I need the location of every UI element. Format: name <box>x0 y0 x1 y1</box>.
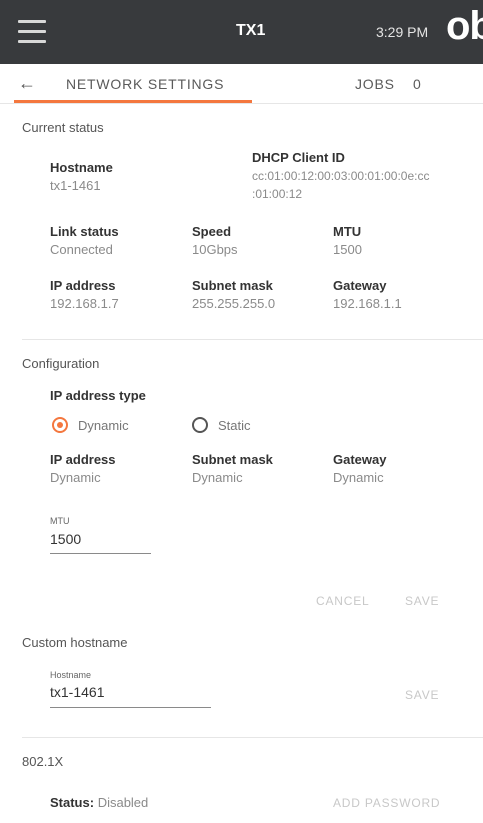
gateway-label: Gateway <box>333 278 387 293</box>
clock: 3:29 PM <box>376 24 429 40</box>
mtu-label: MTU <box>333 224 362 239</box>
hostname-field-label: Hostname <box>50 670 92 680</box>
config-ip-address-label: IP address <box>50 452 116 467</box>
radio-dynamic[interactable] <box>52 417 68 433</box>
mtu-value: 1500 <box>333 242 362 257</box>
radio-dynamic-label[interactable]: Dynamic <box>78 418 129 433</box>
ip-address-type-label: IP address type <box>50 388 146 403</box>
dot1x-status-value: Disabled <box>97 795 149 810</box>
config-ip-address-value: Dynamic <box>50 470 101 485</box>
dhcp-client-id-value-line1: cc:01:00:12:00:03:00:01:00:0e:cc <box>252 169 430 183</box>
ip-address-label: IP address <box>50 278 116 293</box>
hostname-input-underline <box>50 707 211 708</box>
mtu-input-underline <box>50 553 151 554</box>
mtu-field-label: MTU <box>50 516 70 526</box>
dot1x-status: Status: Disabled <box>50 795 148 810</box>
back-arrow-icon[interactable]: ← <box>18 73 36 94</box>
hostname-save-button[interactable]: SAVE <box>405 688 439 702</box>
tab-network-settings[interactable]: NETWORK SETTINGS <box>66 76 224 92</box>
config-subnet-mask-value: Dynamic <box>192 470 243 485</box>
speed-label: Speed <box>192 224 232 239</box>
current-status-heading: Current status <box>22 120 104 135</box>
config-subnet-mask-label: Subnet mask <box>192 452 273 467</box>
subnet-mask-value: 255.255.255.0 <box>192 296 276 311</box>
subnet-mask-label: Subnet mask <box>192 278 273 293</box>
config-cancel-button[interactable]: CANCEL <box>316 594 369 608</box>
brand-logo: ob <box>446 4 483 48</box>
ip-address-value: 192.168.1.7 <box>50 296 119 311</box>
section-divider <box>22 339 483 340</box>
config-gateway-label: Gateway <box>333 452 387 467</box>
dot1x-status-label: Status: <box>50 795 95 810</box>
hostname-value: tx1-1461 <box>50 178 101 193</box>
section-divider <box>22 737 483 738</box>
config-gateway-value: Dynamic <box>333 470 384 485</box>
active-tab-indicator <box>14 100 252 103</box>
dhcp-client-id-label: DHCP Client ID <box>252 150 345 165</box>
mtu-input[interactable]: 1500 <box>50 531 81 547</box>
custom-hostname-heading: Custom hostname <box>22 635 128 650</box>
link-status-value: Connected <box>50 242 113 257</box>
hostname-label: Hostname <box>50 160 113 175</box>
speed-value: 10Gbps <box>192 242 238 257</box>
menu-icon[interactable] <box>18 20 46 44</box>
device-title: TX1 <box>236 22 266 39</box>
radio-static-label[interactable]: Static <box>218 418 251 433</box>
dot1x-heading: 802.1X <box>22 754 64 769</box>
add-password-button[interactable]: ADD PASSWORD <box>333 796 440 810</box>
tab-bar: ← NETWORK SETTINGS JOBS 0 <box>0 64 483 104</box>
jobs-count-badge: 0 <box>413 76 421 92</box>
config-save-button[interactable]: SAVE <box>405 594 439 608</box>
link-status-label: Link status <box>50 224 119 239</box>
configuration-heading: Configuration <box>22 356 100 371</box>
dhcp-client-id-value-line2: :01:00:12 <box>252 187 303 201</box>
gateway-value: 192.168.1.1 <box>333 296 402 311</box>
top-app-bar: TX1 3:29 PM ob <box>0 0 483 64</box>
tab-jobs[interactable]: JOBS <box>355 76 395 92</box>
hostname-input[interactable]: tx1-1461 <box>50 684 104 700</box>
radio-static[interactable] <box>192 417 208 433</box>
